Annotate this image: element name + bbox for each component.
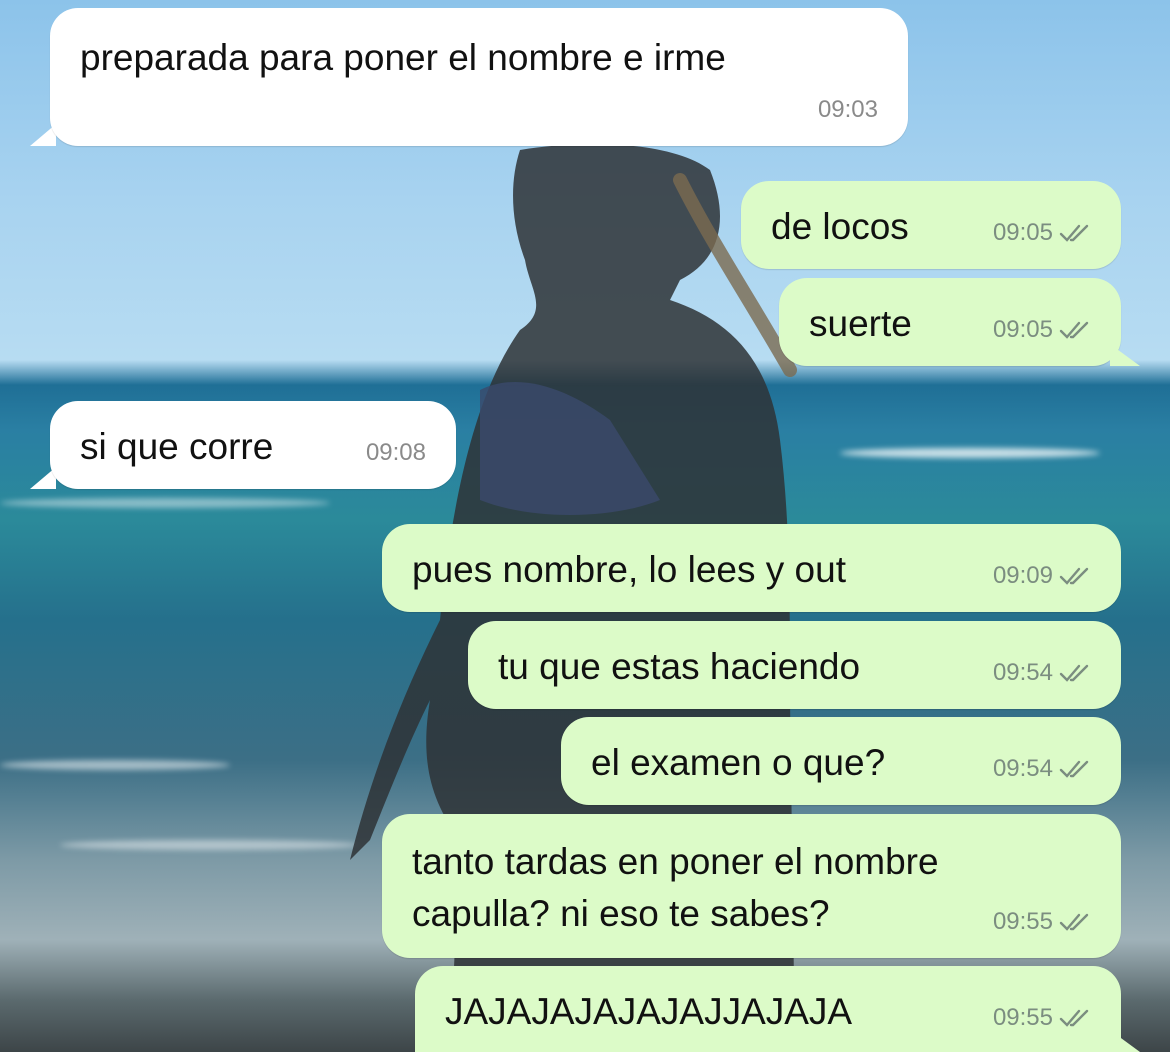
double-check-icon xyxy=(1059,760,1089,778)
message-text: suerte xyxy=(809,303,912,344)
message-text: de locos xyxy=(771,206,909,247)
double-check-icon xyxy=(1059,224,1089,242)
message-meta: 09:05 xyxy=(993,209,1091,257)
double-check-icon xyxy=(1059,1009,1089,1027)
double-check-icon xyxy=(1059,913,1089,931)
message-time: 09:54 xyxy=(992,755,1053,782)
message-time: 09:05 xyxy=(992,219,1053,246)
message-bubble-outgoing[interactable]: tanto tardas en poner el nombre capulla?… xyxy=(382,814,1121,958)
message-text: el examen o que? xyxy=(591,742,886,783)
message-text: tu que estas haciendo xyxy=(498,646,861,687)
message-time: 09:05 xyxy=(992,316,1053,343)
message-bubble-outgoing[interactable]: suerte 09:05 xyxy=(779,278,1121,366)
message-bubble-incoming[interactable]: si que corre 09:08 xyxy=(50,401,456,489)
message-meta: 09:54 xyxy=(993,745,1091,793)
double-check-icon xyxy=(1059,321,1089,339)
message-text: JAJAJAJAJAJAJJAJAJA xyxy=(445,991,853,1032)
message-meta: 09:09 xyxy=(993,552,1091,600)
message-meta: 09:03 xyxy=(818,86,878,134)
message-bubble-outgoing[interactable]: JAJAJAJAJAJAJJAJAJA 09:55 xyxy=(415,966,1121,1052)
message-text: preparada para poner el nombre e irme xyxy=(80,37,726,78)
message-meta: 09:55 xyxy=(993,898,1091,946)
message-time: 09:55 xyxy=(992,908,1053,935)
message-bubble-outgoing[interactable]: tu que estas haciendo 09:54 xyxy=(468,621,1121,709)
message-bubble-outgoing[interactable]: pues nombre, lo lees y out 09:09 xyxy=(382,524,1121,612)
message-meta: 09:55 xyxy=(993,994,1091,1042)
message-bubble-incoming[interactable]: preparada para poner el nombre e irme 09… xyxy=(50,8,908,146)
chat-message-list[interactable]: preparada para poner el nombre e irme 09… xyxy=(0,0,1170,1052)
message-meta: 09:08 xyxy=(366,429,426,477)
double-check-icon xyxy=(1059,664,1089,682)
message-bubble-outgoing[interactable]: de locos 09:05 xyxy=(741,181,1121,269)
bubble-tail xyxy=(1110,344,1140,366)
message-text: pues nombre, lo lees y out xyxy=(412,549,846,590)
message-time: 09:09 xyxy=(992,562,1053,589)
message-meta: 09:05 xyxy=(993,306,1091,354)
bubble-tail xyxy=(1110,1030,1140,1052)
message-meta: 09:54 xyxy=(993,649,1091,697)
message-time: 09:54 xyxy=(992,659,1053,686)
message-bubble-outgoing[interactable]: el examen o que? 09:54 xyxy=(561,717,1121,805)
message-time: 09:55 xyxy=(992,1004,1053,1031)
double-check-icon xyxy=(1059,567,1089,585)
message-text: si que corre xyxy=(80,426,274,467)
message-text: tanto tardas en poner el nombre capulla?… xyxy=(412,841,939,934)
message-time: 09:08 xyxy=(365,439,426,466)
message-time: 09:03 xyxy=(817,96,878,123)
